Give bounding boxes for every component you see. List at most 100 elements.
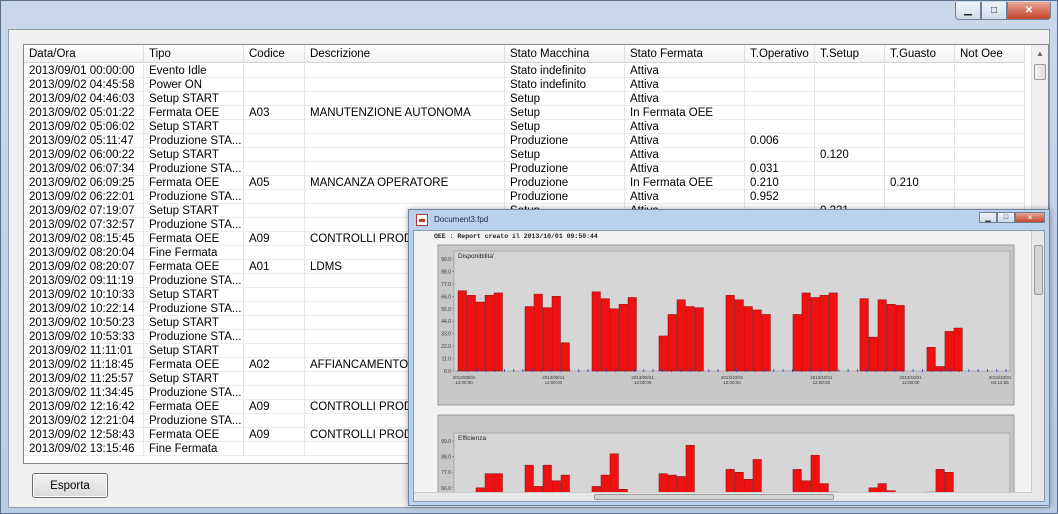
x-tick-label: 2013/10/31 04:14:55 [989, 375, 1012, 385]
document-maximize-button[interactable]: □ [997, 212, 1015, 223]
column-header[interactable]: T.Setup [815, 45, 885, 63]
bar [676, 476, 686, 493]
column-header[interactable]: Descrizione [305, 45, 505, 63]
table-cell: Produzione STA... [144, 134, 244, 148]
table-row[interactable]: 2013/09/01 00:00:00 Evento Idle Stato inde… [24, 64, 1025, 78]
column-header[interactable]: Not Oee [955, 45, 1025, 63]
table-row[interactable]: 2013/09/02 05:11:47 Produzione STA... Prod… [24, 134, 1025, 148]
title-bar[interactable]: ▁ □ ✕ [1, 1, 1057, 27]
table-cell: Evento Idle [144, 64, 244, 78]
column-header[interactable]: T.Operativo [745, 45, 815, 63]
table-cell: Attiva [625, 120, 745, 134]
bar [457, 290, 467, 372]
bar [725, 295, 735, 372]
scroll-thumb[interactable] [1034, 64, 1046, 80]
bar [658, 473, 668, 493]
table-cell: Produzione STA... [144, 330, 244, 344]
export-button[interactable]: Esporta [32, 473, 108, 498]
bar [685, 445, 695, 493]
table-cell [885, 190, 955, 204]
window-controls: ▁ □ ✕ [955, 2, 1051, 20]
table-row[interactable]: 2013/09/02 06:00:22 Setup START Setup Attiv… [24, 148, 1025, 162]
bar [600, 474, 610, 493]
table-row[interactable]: 2013/09/02 04:45:58 Power ON Stato indefin… [24, 78, 1025, 92]
table-cell [244, 386, 305, 400]
table-cell [244, 274, 305, 288]
table-cell: Attiva [625, 162, 745, 176]
table-cell [745, 78, 815, 92]
charts-area: Disponibilita' 0.0 11.0 22.0 33.0 44.0 55.0 66.… [437, 244, 1015, 493]
table-cell: Fermata OEE [144, 232, 244, 246]
document-close-button[interactable]: ✕ [1015, 212, 1045, 223]
close-button[interactable]: ✕ [1007, 2, 1051, 20]
table-cell [745, 148, 815, 162]
table-cell: 2013/09/02 13:15:46 [24, 442, 144, 456]
table-cell: In Fermata OEE [625, 176, 745, 190]
table-row[interactable]: 2013/09/02 05:01:22 Fermata OEE A03 MANUTEN… [24, 106, 1025, 120]
bar [618, 304, 628, 372]
column-header[interactable]: Tipo [144, 45, 244, 63]
table-cell: 2013/09/02 06:00:22 [24, 148, 144, 162]
table-cell [305, 78, 505, 92]
table-cell: A09 [244, 232, 305, 246]
column-header[interactable]: T.Guasto [885, 45, 955, 63]
column-header[interactable]: Data/Ora [24, 45, 144, 63]
table-cell [815, 134, 885, 148]
table-cell [815, 92, 885, 106]
maximize-button[interactable]: □ [981, 2, 1007, 20]
table-cell: 2013/09/02 11:25:57 [24, 372, 144, 386]
table-row[interactable]: 2013/09/02 06:09:25 Fermata OEE A05 MANCANZ… [24, 176, 1025, 190]
table-cell [244, 120, 305, 134]
table-cell: A02 [244, 358, 305, 372]
scroll-up-icon[interactable]: ▲ [1032, 45, 1048, 62]
document-hscroll-thumb[interactable] [594, 494, 834, 500]
table-row[interactable]: 2013/09/02 05:06:02 Setup START Setup Attiv… [24, 120, 1025, 134]
table-cell [244, 442, 305, 456]
column-header[interactable]: Stato Fermata [625, 45, 745, 63]
table-row[interactable]: 2013/09/02 04:46:03 Setup START Setup Attiv… [24, 92, 1025, 106]
document-minimize-button[interactable]: ▁ [979, 212, 997, 223]
bar [868, 336, 878, 372]
bar [953, 327, 963, 372]
bar [944, 471, 954, 493]
table-cell: Produzione STA... [144, 414, 244, 428]
document-vertical-scrollbar[interactable] [1031, 231, 1044, 501]
table-cell: Setup START [144, 92, 244, 106]
bar [667, 314, 677, 372]
bar [935, 366, 945, 372]
table-cell: Setup [505, 106, 625, 120]
table-cell: Setup START [144, 372, 244, 386]
table-cell: Setup [505, 92, 625, 106]
table-cell: Setup START [144, 204, 244, 218]
table-cell: MANUTENZIONE AUTONOMA [305, 106, 505, 120]
table-cell: 2013/09/02 11:34:45 [24, 386, 144, 400]
bar [859, 298, 869, 372]
table-cell: Attiva [625, 78, 745, 92]
bar [743, 479, 753, 493]
table-row[interactable]: 2013/09/02 06:07:34 Produzione STA... Prod… [24, 162, 1025, 176]
chart-title: Disponibilita' [458, 253, 494, 260]
bar [935, 469, 945, 493]
document-icon [416, 213, 428, 226]
document-scroll-thumb[interactable] [1034, 245, 1043, 295]
table-cell [244, 162, 305, 176]
table-cell: A01 [244, 260, 305, 274]
table-cell [885, 78, 955, 92]
table-cell [305, 92, 505, 106]
table-cell [244, 330, 305, 344]
table-cell: 2013/09/02 05:11:47 [24, 134, 144, 148]
y-tick-label: 0.0 [444, 369, 451, 375]
table-cell: 0.210 [885, 176, 955, 190]
column-header[interactable]: Codice [244, 45, 305, 63]
y-tick-label: 33.0 [441, 332, 451, 338]
document-horizontal-scrollbar[interactable] [414, 492, 1032, 501]
table-cell [955, 176, 1025, 190]
table-cell: Produzione STA... [144, 302, 244, 316]
x-tick-label: 2013/09/11 12:00:00 [542, 375, 565, 385]
column-header[interactable]: Stato Macchina [505, 45, 625, 63]
minimize-button[interactable]: ▁ [955, 2, 981, 20]
table-cell [244, 302, 305, 316]
document-title-bar[interactable]: Document3.fpd ▁ □ ✕ [409, 210, 1049, 229]
table-row[interactable]: 2013/09/02 06:22:01 Produzione STA... Prod… [24, 190, 1025, 204]
table-cell [244, 190, 305, 204]
